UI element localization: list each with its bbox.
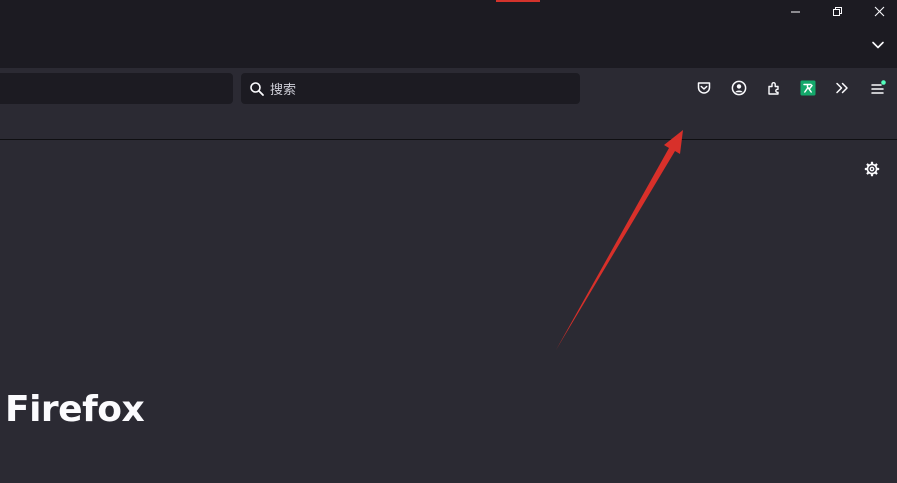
close-icon: [874, 6, 884, 16]
pocket-icon: [697, 82, 711, 94]
overflow-icon: [836, 82, 848, 94]
search-placeholder: 搜索: [270, 83, 297, 98]
close-button[interactable]: [858, 0, 897, 22]
active-tab-indicator: [496, 0, 540, 2]
titlebar: [0, 0, 897, 68]
gear-icon: [864, 161, 880, 177]
address-bar[interactable]: [0, 73, 233, 104]
menu-icon: [871, 80, 886, 94]
translate-extension-button[interactable]: [796, 77, 820, 99]
save-to-pocket-button[interactable]: [692, 77, 716, 99]
list-all-tabs-button[interactable]: [864, 34, 892, 56]
account-icon: [731, 80, 747, 96]
search-icon: [249, 81, 265, 97]
account-button[interactable]: [727, 77, 751, 99]
search-bar[interactable]: 搜索: [241, 73, 580, 104]
minimize-icon: [790, 11, 800, 12]
minimize-button[interactable]: [774, 0, 816, 22]
restore-icon: [832, 6, 842, 16]
chevron-down-icon: [872, 41, 884, 49]
bookmarks-toolbar: [0, 108, 897, 140]
firefox-wordmark: Firefox: [5, 389, 145, 430]
extensions-icon: [768, 82, 779, 95]
extensions-button[interactable]: [762, 77, 786, 99]
newtab-settings-button[interactable]: [861, 158, 883, 180]
restore-button[interactable]: [816, 0, 858, 22]
translate-extension-icon: [800, 80, 816, 96]
navigation-toolbar: 搜索: [0, 68, 897, 108]
application-menu-button[interactable]: [866, 77, 890, 99]
more-tools-button[interactable]: [830, 77, 854, 99]
